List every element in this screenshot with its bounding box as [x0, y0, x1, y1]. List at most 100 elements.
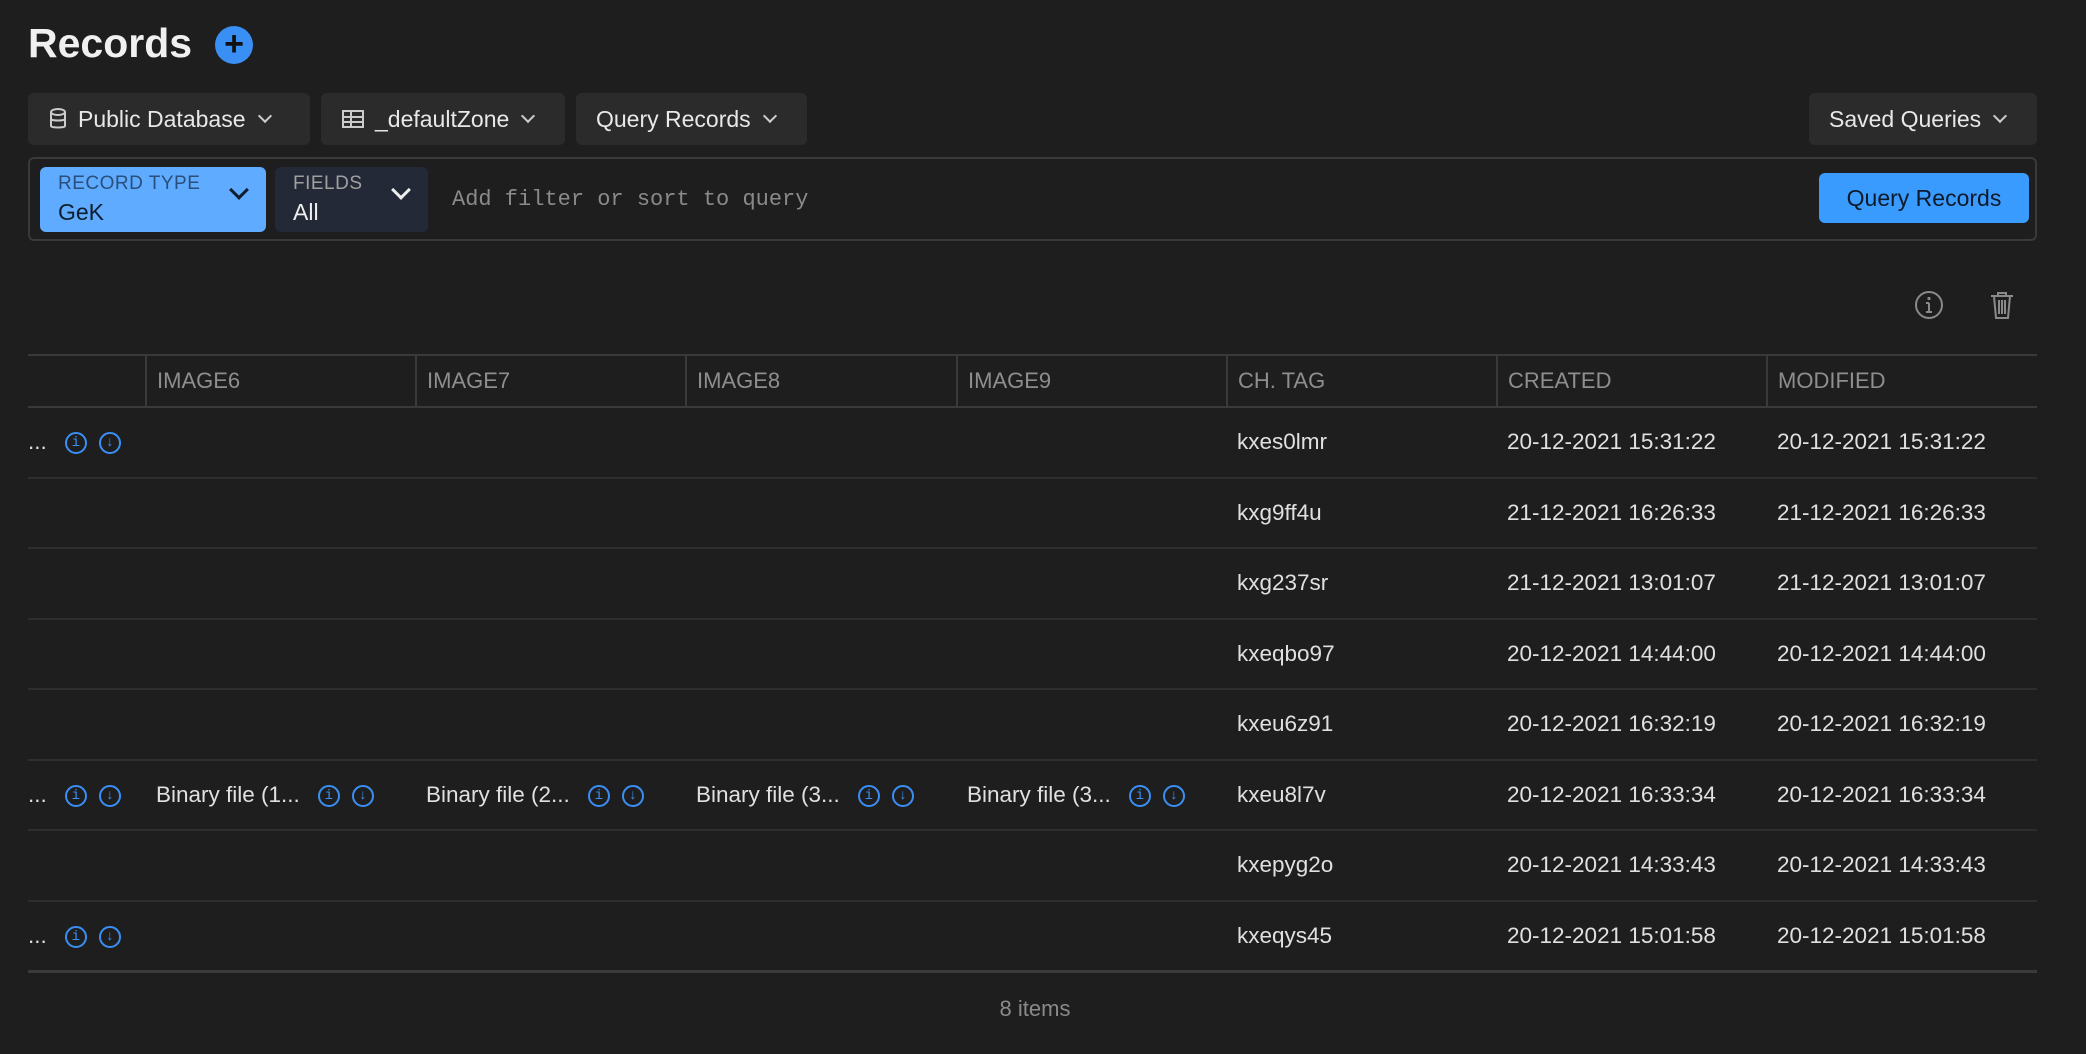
saved-queries-label: Saved Queries	[1829, 105, 1982, 132]
saved-queries-dropdown[interactable]: Saved Queries	[1809, 93, 2037, 145]
query-type-dropdown[interactable]: Query Records	[576, 93, 807, 145]
column-header[interactable]: IMAGE9	[956, 354, 1227, 408]
info-icon[interactable]: i	[317, 784, 340, 807]
chevron-down-icon	[1993, 108, 2008, 124]
info-icon[interactable]	[1914, 290, 1944, 320]
download-icon[interactable]: ↓	[351, 784, 374, 807]
download-icon[interactable]: ↓	[621, 784, 644, 807]
cell-text: Binary file (3...	[696, 781, 840, 807]
database-icon	[50, 108, 66, 129]
fields-value: All	[293, 199, 319, 225]
record-type-select[interactable]: RECORD TYPE GeK	[40, 167, 266, 232]
cell-text: kxeu8l7v	[1237, 781, 1326, 807]
filter-input[interactable]: Add filter or sort to query	[452, 187, 808, 212]
cell-text: kxepyg2o	[1237, 852, 1334, 878]
column-header[interactable]: IMAGE7	[415, 354, 686, 408]
image-cell	[957, 407, 1227, 479]
query-records-button[interactable]: Query Records	[1819, 173, 2029, 223]
modified-cell: 20-12-2021 14:44:00	[1767, 618, 2037, 690]
table-row[interactable]: kxg9ff4u 21-12-2021 16:26:33 21-12-2021 16…	[28, 477, 2037, 549]
download-icon[interactable]: ↓	[1162, 784, 1185, 807]
modified-cell: 20-12-2021 15:31:22	[1767, 407, 2037, 479]
query-type-label: Query Records	[596, 105, 751, 132]
asset-cell: ... i ↓	[28, 407, 146, 479]
fields-select[interactable]: FIELDS All	[275, 167, 428, 232]
image-cell	[686, 477, 957, 549]
column-header[interactable]: MODIFIED	[1766, 354, 2037, 408]
created-cell: 20-12-2021 16:32:19	[1497, 689, 1767, 761]
column-header[interactable]: IMAGE6	[145, 354, 416, 408]
info-icon[interactable]: i	[857, 784, 880, 807]
plus-icon: +	[224, 25, 244, 63]
download-icon[interactable]: ↓	[98, 784, 121, 807]
image-cell	[686, 618, 957, 690]
chevron-down-icon	[257, 108, 272, 124]
info-icon[interactable]: i	[1128, 784, 1151, 807]
info-icon[interactable]: i	[64, 925, 87, 948]
modified-cell: 20-12-2021 15:01:58	[1767, 900, 2037, 973]
image-cell	[416, 407, 686, 479]
image-cell	[146, 618, 416, 690]
table-row[interactable]: kxepyg2o 20-12-2021 14:33:43 20-12-2021 14…	[28, 830, 2037, 902]
cell-text: 21-12-2021 13:01:07	[1777, 570, 1986, 596]
info-icon[interactable]: i	[64, 784, 87, 807]
record-type-value: GeK	[58, 199, 105, 225]
cell-text: 20-12-2021 16:32:19	[1777, 711, 1986, 737]
modified-cell: 20-12-2021 14:33:43	[1767, 830, 2037, 902]
download-icon[interactable]: ↓	[891, 784, 914, 807]
page-title: Records	[28, 20, 193, 66]
cell-text: 20-12-2021 15:01:58	[1507, 922, 1716, 948]
column-header[interactable]: CH. TAG	[1226, 354, 1497, 408]
asset-cell	[28, 689, 146, 761]
cell-text: kxeqbo97	[1237, 640, 1335, 666]
cell-text: 20-12-2021 15:01:58	[1777, 922, 1986, 948]
image-cell	[957, 477, 1227, 549]
zone-dropdown[interactable]: _defaultZone	[321, 93, 565, 145]
column-header[interactable]	[28, 354, 146, 408]
cell-text: Binary file (1...	[156, 781, 300, 807]
cell-text: ...	[28, 781, 47, 807]
table-row[interactable]: kxeqbo97 20-12-2021 14:44:00 20-12-2021 14…	[28, 618, 2037, 690]
table-row[interactable]: kxg237sr 21-12-2021 13:01:07 21-12-2021 13…	[28, 548, 2037, 620]
tag-cell: kxeu6z91	[1227, 689, 1497, 761]
created-cell: 20-12-2021 14:44:00	[1497, 618, 1767, 690]
cell-text: 21-12-2021 16:26:33	[1507, 499, 1716, 525]
asset-cell: ... i ↓	[28, 900, 146, 973]
image-cell	[146, 407, 416, 479]
image-cell	[957, 548, 1227, 620]
asset-cell	[28, 548, 146, 620]
image-cell	[146, 830, 416, 902]
chevron-down-icon	[762, 108, 777, 124]
trash-icon[interactable]	[1987, 290, 2017, 320]
record-type-label: RECORD TYPE	[58, 173, 201, 194]
item-count: 8 items	[999, 996, 1071, 1021]
column-header[interactable]: IMAGE8	[685, 354, 957, 408]
image-cell	[416, 618, 686, 690]
info-icon[interactable]: i	[587, 784, 610, 807]
tag-cell: kxeqys45	[1227, 900, 1497, 973]
cell-text: 20-12-2021 14:44:00	[1507, 640, 1716, 666]
table-row[interactable]: kxeu6z91 20-12-2021 16:32:19 20-12-2021 16…	[28, 689, 2037, 761]
image-cell	[416, 830, 686, 902]
add-record-button[interactable]: +	[215, 26, 253, 64]
modified-cell: 20-12-2021 16:32:19	[1767, 689, 2037, 761]
info-icon[interactable]: i	[64, 432, 87, 455]
download-icon[interactable]: ↓	[98, 432, 121, 455]
table-row[interactable]: ... i ↓ kxeqys45 20-12-2021 15:01:58 20-12-20…	[28, 900, 2037, 973]
zone-label: _defaultZone	[375, 105, 510, 132]
image-cell	[146, 477, 416, 549]
table-row[interactable]: ... i ↓ Binary file (1... i ↓ Binary file (2..…	[28, 759, 2037, 831]
cell-text: kxeu6z91	[1237, 711, 1334, 737]
image-cell	[416, 689, 686, 761]
database-label: Public Database	[78, 105, 246, 132]
database-dropdown[interactable]: Public Database	[28, 93, 310, 145]
created-cell: 21-12-2021 16:26:33	[1497, 477, 1767, 549]
asset-cell: ... i ↓	[28, 759, 146, 831]
created-cell: 21-12-2021 13:01:07	[1497, 548, 1767, 620]
cell-text: 20-12-2021 15:31:22	[1777, 429, 1986, 455]
image-cell	[416, 900, 686, 973]
table-row[interactable]: ... i ↓ kxes0lmr 20-12-2021 15:31:22 20-12-20…	[28, 407, 2037, 479]
tag-cell: kxg237sr	[1227, 548, 1497, 620]
download-icon[interactable]: ↓	[98, 925, 121, 948]
column-header[interactable]: CREATED	[1496, 354, 1767, 408]
